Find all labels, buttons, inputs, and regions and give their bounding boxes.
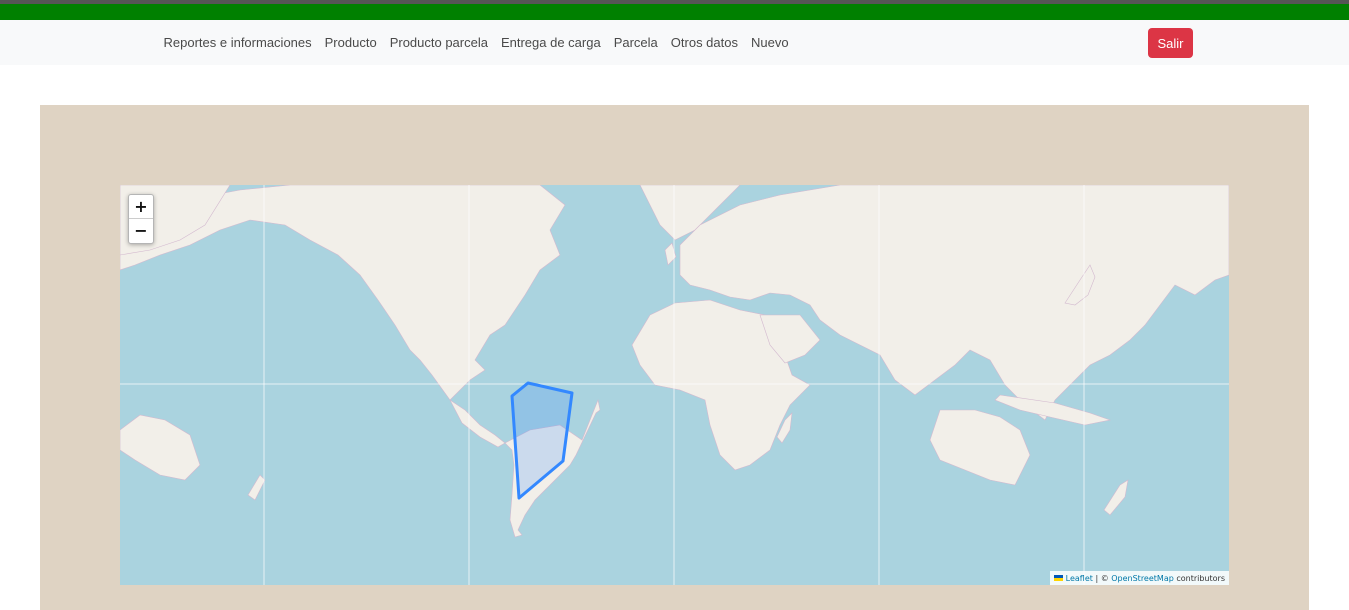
attribution-suffix: contributors — [1173, 573, 1225, 583]
ukraine-flag-icon — [1053, 575, 1063, 581]
map-attribution: Leaflet | © OpenStreetMap contributors — [1049, 571, 1229, 585]
nav-link-parcela[interactable]: Parcela — [607, 35, 664, 50]
nav-links: Reportes e informaciones Producto Produc… — [157, 20, 795, 65]
nav-link-nuevo[interactable]: Nuevo — [744, 35, 795, 50]
openstreetmap-link[interactable]: OpenStreetMap — [1111, 574, 1174, 583]
land-west-wrap-australia — [120, 414, 201, 481]
map[interactable]: + − Leaflet | © OpenStreetMap contributo… — [120, 185, 1229, 585]
nav-link-producto[interactable]: Producto — [318, 35, 383, 50]
logout-button[interactable]: Salir — [1148, 28, 1193, 58]
zoom-control: + − — [128, 194, 154, 244]
zoom-out-button[interactable]: − — [129, 219, 153, 242]
leaflet-link[interactable]: Leaflet — [1066, 574, 1093, 583]
land-central-america — [449, 399, 506, 448]
nav-link-entrega-de-carga[interactable]: Entrega de carga — [494, 35, 607, 50]
map-tiles — [120, 185, 1229, 585]
land-west-wrap-nz — [247, 474, 266, 501]
zoom-in-button[interactable]: + — [129, 195, 153, 219]
navbar: Reportes e informaciones Producto Produc… — [0, 20, 1349, 65]
land-new-zealand — [1103, 479, 1129, 516]
nav-link-reportes[interactable]: Reportes e informaciones — [157, 35, 318, 50]
header-band — [0, 4, 1349, 20]
attribution-separator: | © — [1092, 573, 1112, 583]
nav-link-otros-datos[interactable]: Otros datos — [664, 35, 744, 50]
nav-link-producto-parcela[interactable]: Producto parcela — [383, 35, 494, 50]
land-australia — [929, 409, 1031, 486]
